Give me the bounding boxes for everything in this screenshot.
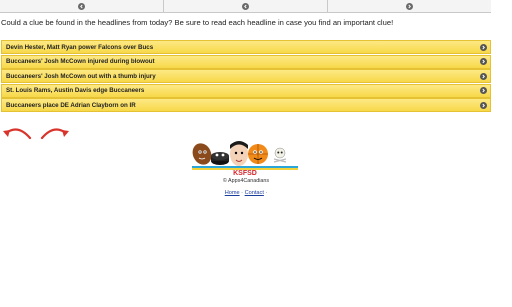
- chevron-left-circle-icon: [78, 2, 85, 10]
- chevron-right-circle-icon: [406, 2, 413, 10]
- headline-label: Devin Hester, Matt Ryan power Falcons ov…: [6, 43, 154, 51]
- footer-links: Home · Contact ·: [193, 190, 299, 196]
- nav-tab-2[interactable]: [164, 0, 328, 12]
- headline-label: St. Louis Rams, Austin Davis edge Buccan…: [6, 87, 145, 95]
- skull-icon: [273, 147, 287, 163]
- basketball-icon: [248, 144, 268, 164]
- nav-tab-3[interactable]: [328, 0, 491, 12]
- face-ball-icon: [230, 141, 248, 166]
- curved-right-arrow-icon[interactable]: [38, 124, 72, 142]
- hockey-puck-icon: [211, 152, 229, 165]
- footer-trailing: ·: [263, 190, 268, 196]
- chevron-right-circle-icon: [480, 87, 487, 95]
- chevron-right-circle-icon: [480, 101, 487, 109]
- headline-item[interactable]: St. Louis Rams, Austin Davis edge Buccan…: [1, 83, 491, 98]
- headline-item[interactable]: Buccaneers place DE Adrian Clayborn on I…: [1, 98, 491, 113]
- top-nav-bar: [0, 0, 491, 13]
- logo-text: KSFSD: [233, 170, 257, 177]
- app-logo: KSFSD: [192, 139, 298, 177]
- home-link[interactable]: Home: [225, 190, 240, 196]
- headline-item[interactable]: Buccaneers' Josh McCown injured during b…: [1, 54, 491, 69]
- headline-item[interactable]: Devin Hester, Matt Ryan power Falcons ov…: [1, 40, 491, 54]
- chevron-left-circle-icon: [242, 2, 249, 10]
- headline-label: Buccaneers place DE Adrian Clayborn on I…: [6, 101, 136, 109]
- intro-text: Could a clue be found in the headlines f…: [1, 18, 394, 27]
- copyright-text: © Apps4Canadians: [222, 178, 270, 184]
- chevron-right-circle-icon: [480, 58, 487, 66]
- headline-list: Devin Hester, Matt Ryan power Falcons ov…: [1, 40, 491, 113]
- nav-tab-1[interactable]: [0, 0, 164, 12]
- curved-left-arrow-icon[interactable]: [0, 124, 34, 142]
- chevron-right-circle-icon: [480, 72, 487, 80]
- headline-label: Buccaneers' Josh McCown out with a thumb…: [6, 72, 156, 80]
- headline-item[interactable]: Buccaneers' Josh McCown out with a thumb…: [1, 69, 491, 84]
- chevron-right-circle-icon: [480, 43, 487, 51]
- headline-label: Buccaneers' Josh McCown injured during b…: [6, 58, 155, 66]
- contact-link[interactable]: Contact: [245, 190, 264, 196]
